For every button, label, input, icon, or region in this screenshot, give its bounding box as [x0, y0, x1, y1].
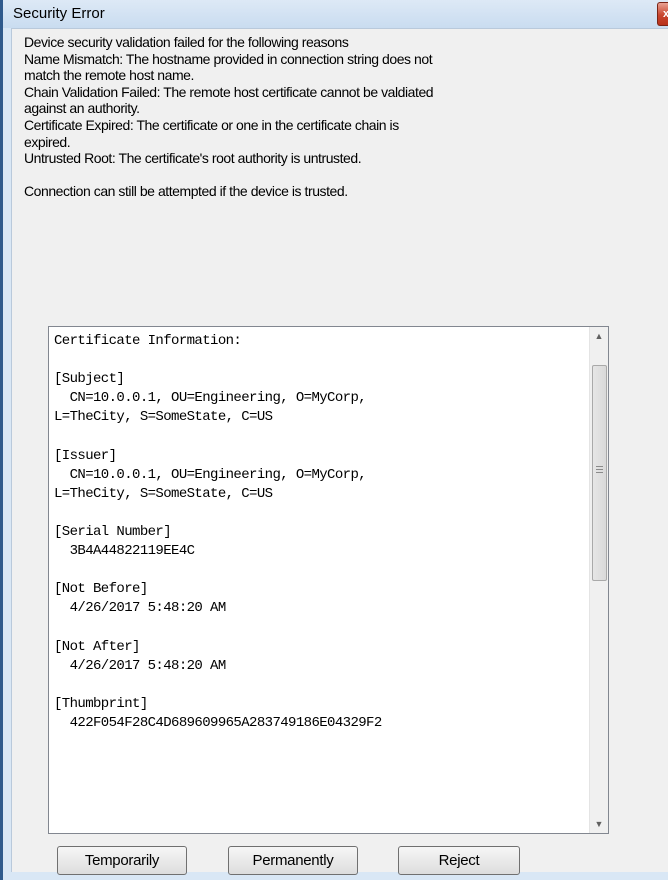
- scroll-down-icon[interactable]: ▼: [590, 815, 608, 833]
- scroll-up-icon[interactable]: ▲: [590, 327, 608, 345]
- message-line: Connection can still be attempted if the…: [24, 183, 348, 200]
- dialog-body: Device security validation failed for th…: [11, 28, 668, 875]
- temporarily-button[interactable]: Temporarily: [57, 846, 187, 875]
- message-line: Name Mismatch: The hostname provided in …: [24, 50, 433, 67]
- grip-icon: [596, 466, 603, 473]
- security-error-dialog: Security Error x Device security validat…: [0, 0, 668, 880]
- scrollbar-thumb[interactable]: [592, 365, 607, 581]
- message-line: Device security validation failed for th…: [24, 34, 349, 50]
- certificate-info-text[interactable]: Certificate Information: [Subject] CN=10…: [54, 332, 584, 830]
- close-icon: x: [662, 8, 668, 20]
- window-title: Security Error: [13, 5, 105, 22]
- message-line: Untrusted Root: The certificate's root a…: [24, 150, 362, 167]
- error-message: Device security validation failed for th…: [24, 34, 629, 200]
- certificate-info-textbox[interactable]: Certificate Information: [Subject] CN=10…: [48, 326, 609, 834]
- title-bar[interactable]: Security Error x: [3, 0, 668, 28]
- message-line: expired.: [24, 133, 71, 150]
- message-line: Certificate Expired: The certificate or …: [24, 116, 399, 133]
- message-line: Chain Validation Failed: The remote host…: [24, 83, 434, 100]
- vertical-scrollbar[interactable]: ▲ ▼: [589, 327, 608, 833]
- message-line: against an authority.: [24, 100, 140, 117]
- close-button[interactable]: x: [657, 2, 668, 26]
- message-line: match the remote host name.: [24, 67, 194, 84]
- permanently-button[interactable]: Permanently: [228, 846, 358, 875]
- reject-button[interactable]: Reject: [398, 846, 520, 875]
